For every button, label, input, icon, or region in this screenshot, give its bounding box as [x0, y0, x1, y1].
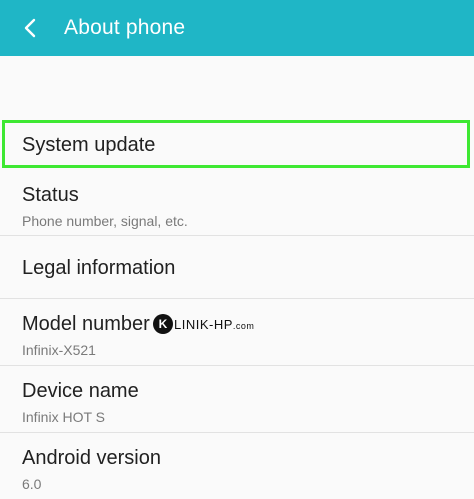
list-item-title: System update [22, 134, 156, 156]
about-phone-screen: About phone System update Status Phone n… [0, 0, 474, 499]
list-item-system-update[interactable]: System update [2, 120, 470, 168]
list-item-subtitle: 6.0 [22, 476, 42, 492]
list-item-title: Device name [22, 380, 139, 402]
list-item-title: Android version [22, 447, 161, 469]
back-button[interactable] [2, 0, 58, 56]
list-item-android-version[interactable]: Android version 6.0 [0, 433, 474, 497]
list-item-device-name[interactable]: Device name Infinix HOT S [0, 366, 474, 433]
settings-list: System update Status Phone number, signa… [0, 113, 474, 497]
list-item-subtitle: Infinix HOT S [22, 409, 105, 425]
chevron-left-icon [24, 18, 36, 38]
list-item-title: Legal information [22, 257, 176, 279]
app-bar: About phone [0, 0, 474, 56]
watermark-circle: K [153, 314, 173, 334]
watermark-text: LINIK-HP.com [174, 316, 255, 332]
watermark-logo: K LINIK-HP.com [153, 313, 254, 335]
page-title: About phone [64, 16, 186, 39]
list-item-subtitle: Phone number, signal, etc. [22, 213, 188, 229]
list-item-legal-information[interactable]: Legal information [0, 236, 474, 299]
list-item-title: Status [22, 184, 79, 206]
list-item-status[interactable]: Status Phone number, signal, etc. [0, 172, 474, 236]
list-item-subtitle: Infinix-X521 [22, 342, 96, 358]
